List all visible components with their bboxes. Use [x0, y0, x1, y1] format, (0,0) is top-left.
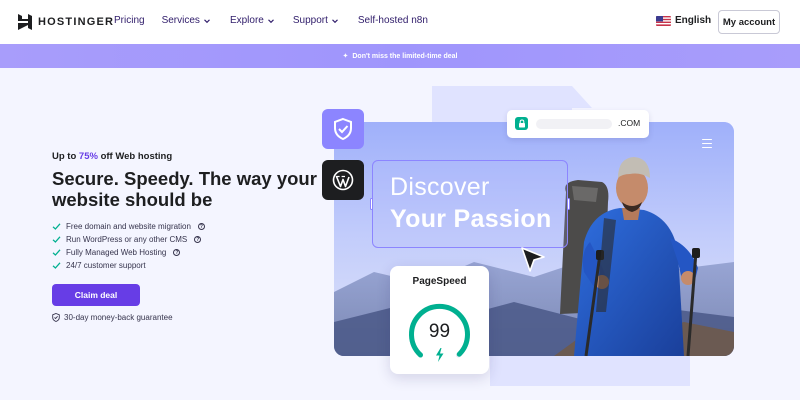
- nav-item-label: Support: [292, 15, 328, 26]
- domain-url-bar: .COM: [507, 110, 649, 138]
- kicker-suffix: off Web hosting: [97, 151, 173, 162]
- resize-handle: [370, 198, 373, 210]
- promo-text: Don't miss the limited-time deal: [352, 52, 458, 60]
- hostinger-logo-icon: [18, 14, 32, 30]
- discover-line-2: Your Passion: [390, 205, 552, 233]
- lightning-icon: [436, 348, 444, 362]
- feature-item: Free domain and website migration ?: [52, 220, 205, 233]
- my-account-button[interactable]: My account: [718, 10, 780, 34]
- money-back-guarantee: 30-day money-back guarantee: [52, 313, 173, 322]
- chevron-down-icon: [267, 18, 274, 23]
- info-icon[interactable]: ?: [173, 249, 181, 256]
- pagespeed-card: PageSpeed 99: [390, 266, 489, 374]
- wordpress-badge: [322, 160, 364, 200]
- nav-item-self-hosted-n8n[interactable]: Self-hosted n8n: [358, 15, 428, 26]
- nav-item-support[interactable]: Support: [293, 15, 339, 26]
- nav-item-label: Explore: [229, 15, 264, 26]
- info-icon[interactable]: ?: [194, 236, 202, 243]
- feature-item: Fully Managed Web Hosting ?: [52, 246, 205, 259]
- sparkle-icon: ✦: [342, 53, 349, 60]
- feature-label: Free domain and website migration: [66, 222, 191, 231]
- shield-check-icon: [334, 117, 352, 141]
- feature-label: Run WordPress or any other CMS: [66, 235, 188, 244]
- feature-label: 24/7 customer support: [66, 261, 146, 270]
- lock-icon: [515, 117, 528, 130]
- us-flag-icon: [656, 15, 671, 26]
- nav-item-explore[interactable]: Explore: [230, 15, 275, 26]
- check-icon: [52, 249, 61, 256]
- hamburger-menu-icon[interactable]: [702, 139, 712, 148]
- shield-check-icon: [52, 313, 60, 322]
- resize-handle: [567, 198, 570, 210]
- claim-deal-button[interactable]: Claim deal: [52, 284, 140, 306]
- main-menu: Pricing Services Explore Support Self-ho…: [114, 15, 428, 26]
- brand-name: HOSTINGER: [38, 16, 115, 28]
- nav-item-services[interactable]: Services: [162, 15, 211, 26]
- guarantee-label: 30-day money-back guarantee: [64, 313, 173, 322]
- mouse-cursor-icon: [521, 247, 545, 272]
- discover-line-1: Discover: [390, 173, 490, 201]
- promo-banner[interactable]: ✦ Don't miss the limited-time deal: [0, 44, 800, 68]
- hero-kicker: Up to 75% off Web hosting: [52, 151, 172, 162]
- info-icon[interactable]: ?: [197, 223, 205, 230]
- feature-label: Fully Managed Web Hosting: [66, 248, 167, 257]
- language-label: English: [675, 15, 712, 26]
- pagespeed-gauge: 99: [409, 304, 470, 362]
- discount-percent: 75%: [78, 151, 98, 162]
- check-icon: [52, 236, 61, 243]
- chevron-down-icon: [331, 18, 338, 23]
- security-badge: [322, 109, 364, 149]
- top-navbar: HOSTINGER Pricing Services Explore Suppo…: [0, 0, 800, 44]
- nav-item-label: Self-hosted n8n: [357, 15, 428, 26]
- chevron-down-icon: [204, 18, 210, 23]
- kicker-prefix: Up to: [52, 151, 79, 162]
- feature-list: Free domain and website migration ? Run …: [52, 220, 205, 272]
- check-icon: [52, 262, 61, 269]
- wordpress-icon: [332, 169, 354, 191]
- hostinger-logo[interactable]: HOSTINGER: [18, 14, 114, 30]
- domain-tld: .COM: [618, 118, 641, 128]
- nav-item-label: Services: [161, 15, 200, 26]
- check-icon: [52, 223, 61, 230]
- nav-item-pricing[interactable]: Pricing: [114, 15, 145, 26]
- pagespeed-score: 99: [429, 321, 450, 342]
- feature-item: Run WordPress or any other CMS ?: [52, 233, 205, 246]
- hero-headline: Secure. Speedy. The way your website sho…: [52, 168, 317, 210]
- feature-item: 24/7 customer support: [52, 259, 205, 272]
- language-selector[interactable]: English: [656, 15, 711, 26]
- domain-placeholder-field: [536, 119, 612, 129]
- nav-item-label: Pricing: [114, 15, 145, 26]
